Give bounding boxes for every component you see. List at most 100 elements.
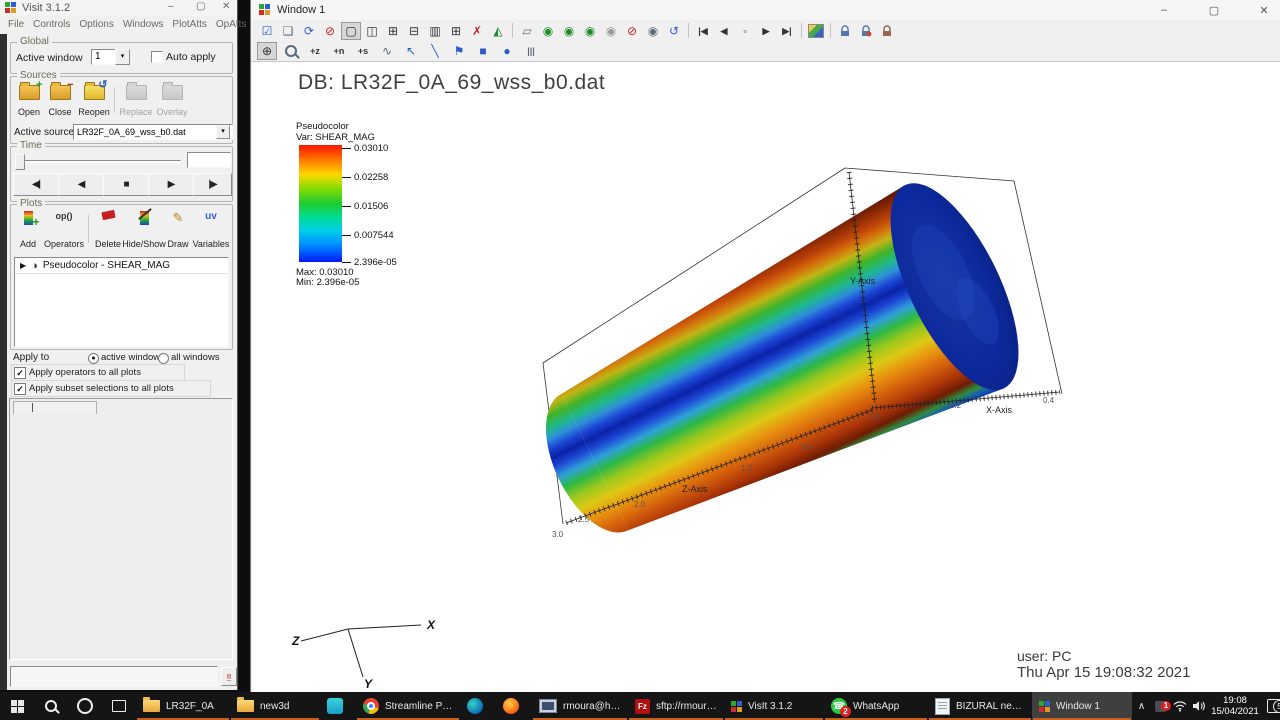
spin-view-icon[interactable]: ◭ — [488, 22, 508, 40]
lock-tools-icon[interactable] — [877, 22, 897, 40]
apply-operators-checkbox[interactable]: ✓ — [14, 367, 26, 379]
viewer-close-button[interactable]: ✕ — [1246, 1, 1280, 19]
active-source-combobox[interactable]: LR32F_0A_69_wss_b0.dat — [73, 124, 233, 140]
draw-button[interactable]: ✎ Draw — [165, 211, 191, 249]
time-slider-handle[interactable] — [15, 154, 25, 170]
add-plot-button[interactable]: + Add — [15, 211, 41, 249]
box-tool-icon[interactable]: ■ — [473, 42, 493, 60]
layout-1x2-icon[interactable]: ◫ — [362, 22, 382, 40]
perspective-icon[interactable]: ▱ — [517, 22, 537, 40]
start-button[interactable] — [0, 692, 34, 720]
menu-windows[interactable]: Windows — [123, 19, 164, 30]
wifi-icon[interactable] — [1170, 700, 1189, 712]
close-source-button[interactable]: − Close — [46, 85, 74, 117]
clone-window-icon[interactable]: ⟳ — [299, 22, 319, 40]
operators-button[interactable]: op() Operators — [44, 211, 84, 249]
reopen-source-button[interactable]: ↺ Reopen — [77, 85, 111, 117]
attributes-tab[interactable] — [13, 401, 97, 414]
taskbar-item-putty[interactable]: rmoura@hn70x:~/... — [532, 692, 628, 720]
save-view-icon[interactable]: ◉ — [580, 22, 600, 40]
time-text-field[interactable] — [187, 152, 231, 168]
vcr-reverse-icon[interactable]: ◀ — [714, 22, 734, 40]
variables-button[interactable]: uv Variables — [193, 211, 229, 249]
taskbar-item-chrome[interactable]: Streamline Plot - ... — [356, 692, 460, 720]
layout-strip-icon[interactable]: ▥ — [425, 22, 445, 40]
plot-list-item[interactable]: ▶ ◑ Pseudocolor - SHEAR_MAG — [15, 258, 228, 274]
tray-clock[interactable]: 19:08 15/04/2021 — [1208, 695, 1262, 717]
time-reverse-button[interactable]: ◀ — [58, 173, 104, 196]
refresh-view-icon[interactable]: ◉ — [559, 22, 579, 40]
vcr-stop-icon[interactable]: ▫ — [735, 22, 755, 40]
lineout-mode-icon[interactable]: ∿ — [377, 42, 397, 60]
vcr-play-icon[interactable]: ▶ — [756, 22, 776, 40]
active-source-dropdown-arrow[interactable]: ▾ — [216, 125, 230, 139]
menu-file[interactable]: File — [8, 19, 24, 30]
taskbar-item-visit[interactable]: VisIt 3.1.2 — [724, 692, 824, 720]
plot-visibility-toggle-icon[interactable]: ◑ — [31, 260, 38, 272]
gui-close-button[interactable]: ✕ — [222, 1, 230, 12]
overlay-source-button[interactable]: Overlay — [155, 85, 189, 117]
taskbar-item-filezilla[interactable]: Fz sftp://rmoura@1... — [628, 692, 724, 720]
menu-controls[interactable]: Controls — [33, 19, 70, 30]
new-window-icon[interactable]: ❏ — [278, 22, 298, 40]
camera-view-icon[interactable]: ◉ — [601, 22, 621, 40]
apply-active-window-radio[interactable]: ● — [88, 353, 99, 364]
clear-views-icon[interactable]: ⊘ — [622, 22, 642, 40]
volume-icon[interactable] — [1189, 700, 1208, 712]
delete-plot-button[interactable]: Delete — [93, 211, 123, 249]
layout-2x2-wide-icon[interactable]: ⊟ — [404, 22, 424, 40]
taskbar-item-firefox[interactable] — [496, 692, 532, 720]
viewer-maximize-button[interactable]: ▢ — [1196, 1, 1232, 19]
line-tool-icon[interactable]: ╲ — [425, 42, 445, 60]
vcr-first-icon[interactable]: |◀ — [693, 22, 713, 40]
active-window-spinbox[interactable]: 1 — [91, 49, 118, 65]
plane-tool-icon[interactable]: ⚑ — [449, 42, 469, 60]
axis-restriction-icon[interactable]: ||| — [521, 42, 541, 60]
time-stop-button[interactable]: ■ — [103, 173, 149, 196]
taskbar-item-stickynotes[interactable] — [320, 692, 356, 720]
time-prev-button[interactable]: ◀| — [13, 173, 59, 196]
layout-3x3-icon[interactable]: ⊞ — [446, 22, 466, 40]
taskbar-item-edge[interactable] — [460, 692, 496, 720]
taskbar-item-folder-lr32f[interactable]: LR32F_0A — [136, 692, 230, 720]
apply-all-windows-radio[interactable] — [158, 353, 169, 364]
delete-plots-icon[interactable]: ✗ — [467, 22, 487, 40]
task-view-button[interactable] — [102, 692, 136, 720]
search-button[interactable] — [34, 692, 68, 720]
vcr-next-icon[interactable]: ▶| — [777, 22, 797, 40]
tray-expand-icon[interactable]: ∧ — [1132, 701, 1151, 712]
lock-view-icon[interactable] — [835, 22, 855, 40]
lock-time-icon[interactable] — [856, 22, 876, 40]
gui-maximize-button[interactable]: ▢ — [196, 1, 205, 12]
taskbar-item-window1[interactable]: Window 1 — [1032, 692, 1132, 720]
save-image-icon[interactable] — [806, 22, 826, 40]
auto-apply-checkbox[interactable] — [151, 51, 163, 63]
active-window-icon[interactable]: ☑ — [257, 22, 277, 40]
choose-view-icon[interactable]: ◉ — [643, 22, 663, 40]
delete-window-icon[interactable]: ⊘ — [320, 22, 340, 40]
replace-source-button[interactable]: Replace — [119, 85, 153, 117]
layout-2x2-icon[interactable]: ⊞ — [383, 22, 403, 40]
pick-mode-icon[interactable]: ↖ — [401, 42, 421, 60]
taskbar-item-notepad[interactable]: BIZURAL new.txt ... — [928, 692, 1032, 720]
apply-subset-checkbox[interactable]: ✓ — [14, 383, 26, 395]
time-play-button[interactable]: ▶ — [148, 173, 194, 196]
zoom-z-icon[interactable]: +z — [305, 42, 325, 60]
menu-plotatts[interactable]: PlotAtts — [172, 19, 206, 30]
menu-opatts[interactable]: OpAtts — [216, 19, 247, 30]
taskbar-item-folder-new3d[interactable]: new3d — [230, 692, 320, 720]
viewer-title-bar[interactable]: Window 1 – ▢ ✕ — [251, 0, 1280, 20]
recenter-view-icon[interactable]: ◉ — [538, 22, 558, 40]
plot-expand-icon[interactable]: ▶ — [20, 261, 26, 270]
menu-options[interactable]: Options — [79, 19, 113, 30]
time-slider-track[interactable] — [23, 160, 181, 164]
viewer-minimize-button[interactable]: – — [1146, 1, 1182, 19]
spreadsheet-pick-icon[interactable]: +s — [353, 42, 373, 60]
navigate-mode-icon[interactable]: ⊕ — [257, 42, 277, 60]
sphere-tool-icon[interactable]: ● — [497, 42, 517, 60]
tray-app-icon[interactable]: 1 — [1151, 701, 1170, 712]
notification-center-icon[interactable]: 5 — [1262, 699, 1280, 713]
layout-1x1-icon[interactable]: ▢ — [341, 22, 361, 40]
zoom-mode-icon[interactable] — [281, 42, 301, 60]
plot-list[interactable]: ▶ ◑ Pseudocolor - SHEAR_MAG — [14, 257, 229, 347]
